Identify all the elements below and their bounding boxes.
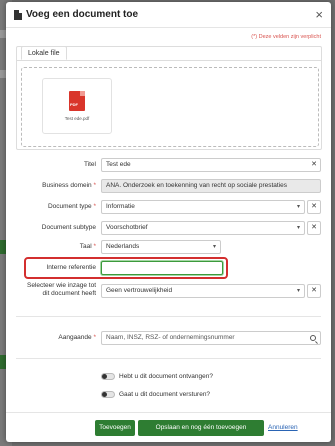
language-label: Taal * [80,243,96,250]
title-input[interactable]: Test ede ✕ [101,158,321,172]
document-type-select[interactable]: Informatie ▾ [101,200,305,214]
internal-reference-input[interactable] [101,261,223,275]
divider [16,316,321,317]
tab-bar-divider [17,60,321,61]
language-value: Nederlands [106,243,140,250]
business-domain-label: Business domein * [42,182,96,189]
received-toggle-label: Hebt u dit document ontvangen? [119,372,213,380]
document-subtype-select[interactable]: Voorschotbrief ▾ [101,221,305,235]
required-fields-note: (*) Deze velden zijn verplicht [251,34,321,40]
chevron-down-icon: ▾ [212,244,216,250]
chevron-down-icon: ▾ [296,225,300,231]
language-row: Taal * Nederlands ▾ [16,240,322,254]
language-select[interactable]: Nederlands ▾ [101,240,221,254]
clear-document-subtype-button[interactable]: ✕ [307,221,321,235]
close-icon[interactable]: × [315,8,323,22]
send-toggle[interactable] [101,390,115,398]
document-type-row: Document type * Informatie ▾ ✕ [16,200,322,214]
add-button[interactable]: Toevoegen [95,420,135,436]
business-domain-row: Business domein * ANA. Onderzoek en toek… [16,179,322,193]
required-marker: * [93,243,96,250]
internal-reference-row: Interne referentie [16,261,322,275]
business-domain-field: ANA. Onderzoek en toekenning van recht o… [101,179,321,193]
search-icon[interactable] [310,335,316,341]
visibility-value: Geen vertrouwelijkheid [106,287,173,294]
required-marker: * [93,182,96,189]
uploaded-file-card[interactable]: PDF Test ede.pdf [42,78,112,134]
document-subtype-row: Document subtype Voorschotbrief ▾ ✕ [16,221,322,235]
visibility-label: Selecteer wie inzage tot dit document hee… [27,282,96,298]
chevron-down-icon: ▾ [296,288,300,294]
required-marker: * [93,334,96,341]
concerning-label-text: Aangaande [58,334,92,341]
visibility-select[interactable]: Geen vertrouwelijkheid ▾ [101,284,305,298]
clear-visibility-button[interactable]: ✕ [307,284,321,298]
upload-panel: Lokale file PDF Test ede.pdf [16,46,322,150]
document-type-value: Informatie [106,203,135,210]
title-label: Titel [83,161,96,168]
concerning-label: Aangaande * [58,334,96,341]
title-row: Titel Test ede ✕ [16,158,322,172]
clear-icon[interactable]: ✕ [311,159,317,171]
pdf-label: PDF [70,102,78,107]
concerning-placeholder: Naam, INSZ, RSZ- of ondernemingsnummer [106,334,235,341]
send-toggle-row: Gaat u dit document versturen? [101,389,210,399]
clear-document-type-button[interactable]: ✕ [307,200,321,214]
file-dropzone[interactable]: PDF Test ede.pdf [21,67,319,147]
business-domain-label-text: Business domein [42,182,92,189]
cancel-link[interactable]: Annuleren [268,420,298,436]
save-and-add-another-button[interactable]: Opslaan en nog één toevoegen [138,420,264,436]
add-document-modal: Voeg een document toe × (*) Deze velden … [6,2,331,442]
file-name: Test ede.pdf [64,116,90,121]
required-marker: * [93,203,96,210]
tab-local-file[interactable]: Lokale file [21,46,67,60]
divider [16,358,321,359]
modal-title: Voeg een document toe [26,9,139,20]
visibility-row: Selecteer wie inzage tot dit document hee… [16,282,322,298]
send-toggle-label: Gaat u dit document versturen? [119,390,211,398]
received-toggle-row: Hebt u dit document ontvangen? [101,371,213,381]
visibility-label-line2: dit document heeft [42,290,96,297]
document-icon [14,9,22,20]
concerning-search-input[interactable]: Naam, INSZ, RSZ- of ondernemingsnummer [101,331,321,345]
footer-divider [6,412,331,413]
modal-header: Voeg een document toe [6,2,331,28]
chevron-down-icon: ▾ [296,204,300,210]
document-subtype-value: Voorschotbrief [106,224,148,231]
internal-reference-label: Interne referentie [46,264,96,271]
received-toggle[interactable] [101,372,115,380]
language-label-text: Taal [79,243,92,250]
document-type-label: Document type * [48,203,96,210]
document-type-label-text: Document type [47,203,92,210]
document-subtype-label: Document subtype [41,224,96,231]
visibility-label-line1: Selecteer wie inzage tot [26,282,96,289]
title-value: Test ede [106,161,131,168]
concerning-row: Aangaande * Naam, INSZ, RSZ- of ondernem… [16,331,322,345]
pdf-file-icon: PDF [69,91,85,111]
